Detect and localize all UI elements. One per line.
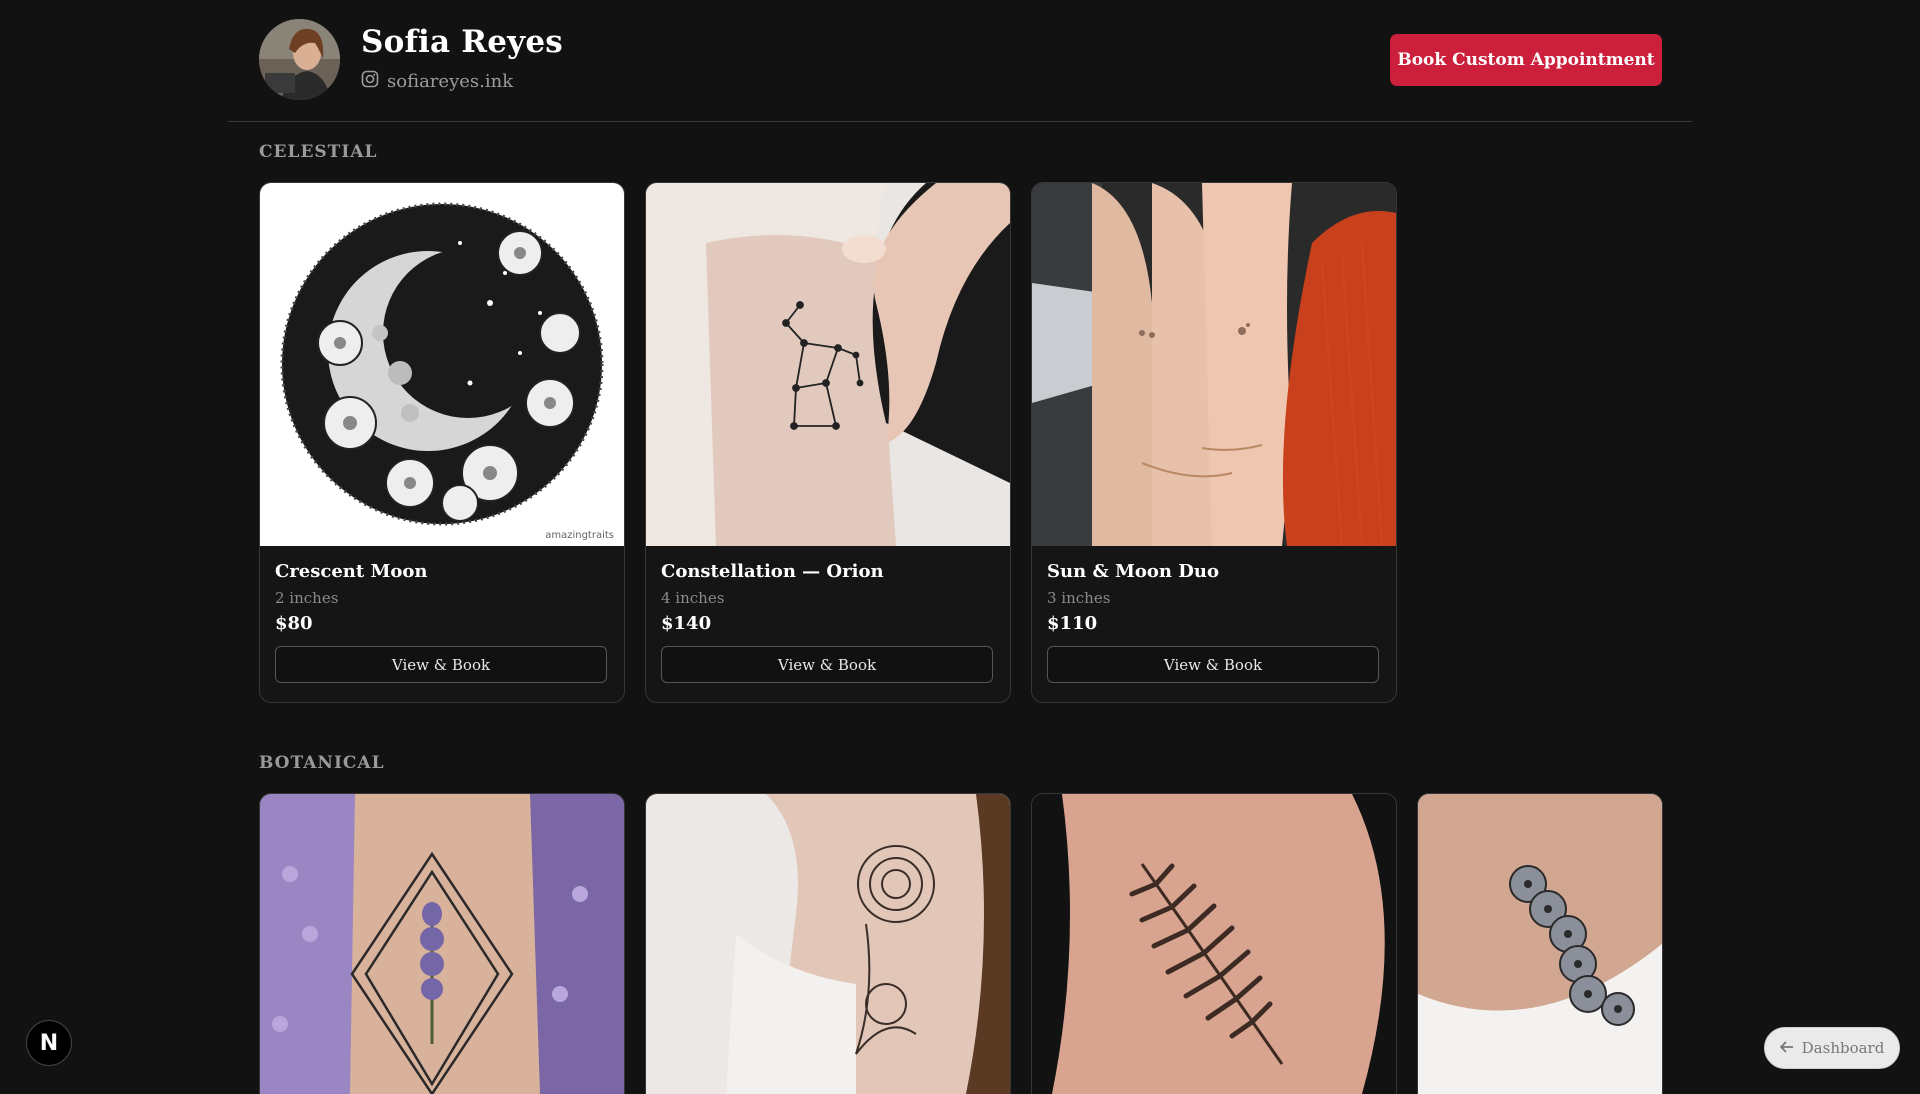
tattoo-image-crescent-moon[interactable]: amazingtraits [260,183,624,546]
section-title-celestial: CELESTIAL [259,142,378,162]
card-price: $140 [661,613,712,634]
artist-name: Sofia Reyes [361,24,563,60]
image-watermark: amazingtraits [545,530,614,541]
tattoo-image-sun-moon-duo[interactable] [1032,183,1396,546]
card-size: 2 inches [275,589,339,607]
view-and-book-button[interactable]: View & Book [275,646,607,683]
avatar [259,19,340,100]
tattoo-card-sun-moon-duo: Sun & Moon Duo 3 inches $110 View & Book [1031,182,1397,703]
tattoo-card-fern[interactable] [1031,793,1397,1094]
tattoo-card-lavender[interactable] [259,793,625,1094]
tattoo-card-crescent-moon: amazingtraits Crescent Moon 2 inches $80… [259,182,625,703]
view-and-book-button[interactable]: View & Book [1047,646,1379,683]
card-title: Sun & Moon Duo [1047,561,1219,582]
instagram-handle[interactable]: sofiareyes.ink [361,70,513,93]
dashboard-button[interactable]: Dashboard [1764,1027,1900,1069]
card-title: Crescent Moon [275,561,428,582]
card-size: 4 inches [661,589,725,607]
instagram-icon [361,70,379,93]
arrow-left-icon [1779,1039,1794,1057]
view-and-book-button[interactable]: View & Book [661,646,993,683]
card-price: $110 [1047,613,1098,634]
card-size: 3 inches [1047,589,1111,607]
nextjs-badge-icon[interactable]: N [26,1020,72,1066]
tattoo-card-peony[interactable] [645,793,1011,1094]
section-title-botanical: BOTANICAL [259,753,385,773]
tattoo-image-constellation-orion[interactable] [646,183,1010,546]
card-title: Constellation — Orion [661,561,884,582]
profile-header: Sofia Reyes sofiareyes.ink Book Custom A… [228,0,1692,122]
tattoo-card-daisy-chain[interactable] [1417,793,1663,1094]
dashboard-label: Dashboard [1801,1039,1885,1057]
card-price: $80 [275,613,313,634]
book-custom-appointment-button[interactable]: Book Custom Appointment [1390,34,1662,86]
tattoo-card-constellation-orion: Constellation — Orion 4 inches $140 View… [645,182,1011,703]
page-container: Sofia Reyes sofiareyes.ink Book Custom A… [228,0,1692,1094]
handle-text: sofiareyes.ink [387,71,514,92]
